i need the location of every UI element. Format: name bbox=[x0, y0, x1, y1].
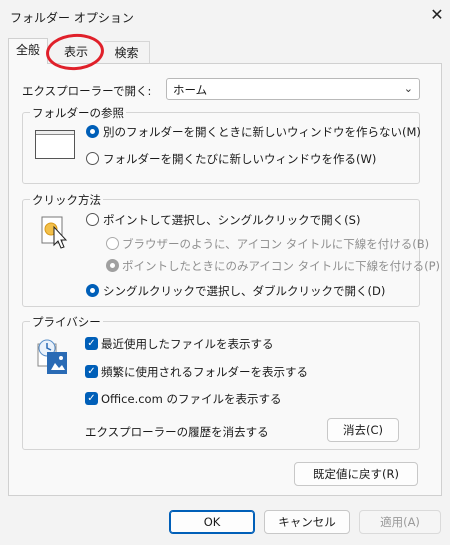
restore-defaults-button[interactable]: 既定値に戻す(R) bbox=[294, 462, 418, 486]
window-preview-icon bbox=[35, 130, 75, 159]
clear-history-label: エクスプローラーの履歴を消去する bbox=[85, 425, 269, 439]
tab-search[interactable]: 検索 bbox=[104, 41, 150, 65]
cursor-click-icon bbox=[41, 216, 68, 249]
radio-underline-browser[interactable] bbox=[106, 237, 119, 250]
browse-folders-group bbox=[22, 112, 420, 184]
cancel-button[interactable]: キャンセル bbox=[264, 510, 350, 534]
radio-underline-point[interactable] bbox=[106, 259, 119, 272]
radio-single-click[interactable] bbox=[86, 213, 99, 226]
open-explorer-value: ホーム bbox=[173, 83, 208, 97]
chevron-down-icon: ⌄ bbox=[403, 82, 413, 95]
checkbox-office-files[interactable]: ✓ bbox=[85, 392, 98, 405]
option-double-click-label: シングルクリックで選択し、ダブルクリックで開く(D) bbox=[103, 284, 386, 298]
option-underline-browser-label: ブラウザーのように、アイコン タイトルに下線を付ける(B) bbox=[122, 237, 430, 251]
clear-history-button[interactable]: 消去(C) bbox=[327, 418, 399, 442]
browse-folders-title: フォルダーの参照 bbox=[30, 105, 126, 121]
click-method-title: クリック方法 bbox=[30, 192, 103, 208]
radio-same-window[interactable] bbox=[86, 125, 99, 138]
title-bar: フォルダー オプション ✕ bbox=[0, 0, 450, 33]
option-new-window-label: フォルダーを開くたびに新しいウィンドウを作る(W) bbox=[103, 152, 377, 166]
recent-files-label: 最近使用したファイルを表示する bbox=[101, 337, 274, 351]
option-single-click-label: ポイントして選択し、シングルクリックで開く(S) bbox=[103, 213, 361, 227]
tab-general[interactable]: 全般 bbox=[8, 38, 48, 64]
apply-button[interactable]: 適用(A) bbox=[359, 510, 441, 534]
radio-double-click[interactable] bbox=[86, 284, 99, 297]
open-explorer-label: エクスプローラーで開く: bbox=[22, 84, 152, 98]
privacy-documents-icon bbox=[37, 339, 67, 374]
office-files-label: Office.com のファイルを表示する bbox=[101, 392, 282, 406]
frequent-folders-label: 頻繁に使用されるフォルダーを表示する bbox=[101, 365, 308, 379]
open-explorer-dropdown[interactable]: ホーム ⌄ bbox=[166, 78, 420, 100]
checkbox-frequent-folders[interactable]: ✓ bbox=[85, 365, 98, 378]
close-icon[interactable]: ✕ bbox=[426, 4, 448, 26]
radio-new-window[interactable] bbox=[86, 152, 99, 165]
ok-button[interactable]: OK bbox=[169, 510, 255, 534]
checkbox-recent-files[interactable]: ✓ bbox=[85, 337, 98, 350]
option-same-window-label: 別のフォルダーを開くときに新しいウィンドウを作らない(M) bbox=[103, 125, 421, 139]
privacy-title: プライバシー bbox=[30, 314, 103, 330]
option-underline-point-label: ポイントしたときにのみアイコン タイトルに下線を付ける(P) bbox=[122, 259, 440, 273]
window-title: フォルダー オプション bbox=[10, 11, 134, 25]
